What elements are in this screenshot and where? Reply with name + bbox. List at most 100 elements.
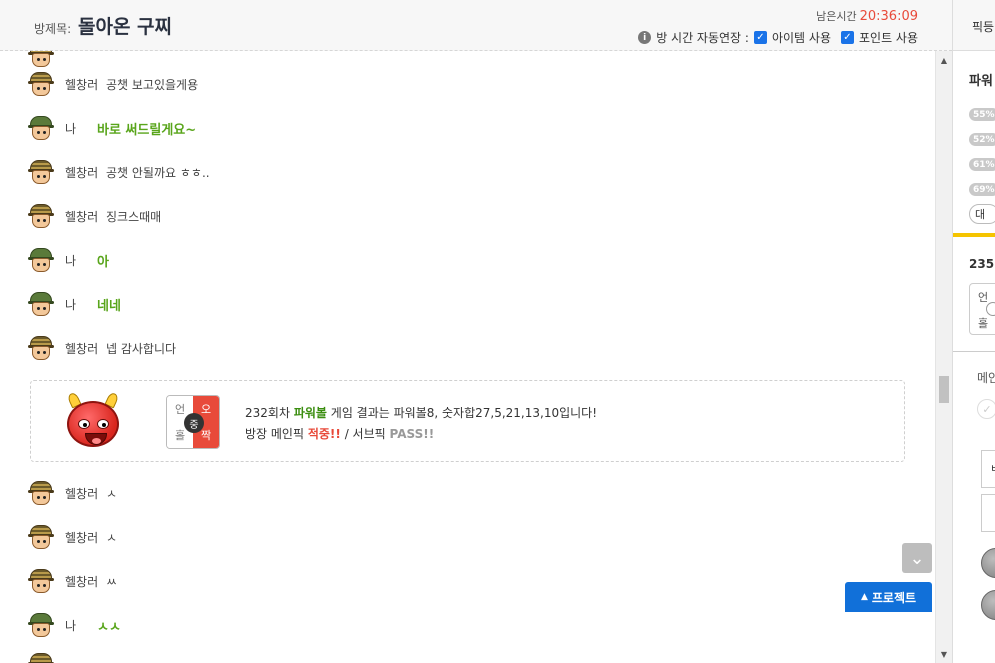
result-round: 232회차 — [245, 406, 290, 420]
chat-username[interactable]: 헬창러 — [65, 340, 106, 357]
sub-pick-result: PASS!! — [389, 427, 435, 441]
chat-message: 헬창러 ㅅ — [28, 479, 117, 507]
user-avatar — [28, 291, 54, 317]
chat-username[interactable]: 헬창러 — [65, 529, 106, 546]
mini-grid-odd: 홀 — [978, 317, 989, 330]
chat-message-text: 공챗 보고있을게용 — [106, 77, 199, 92]
point-use-label: 포인트 사용 — [858, 31, 918, 45]
right-panel-top: 픽등 — [953, 0, 995, 51]
item-use-label: 아이템 사용 — [771, 31, 831, 45]
chat-message-text: 네네 — [97, 298, 121, 314]
mini-grid-toggle[interactable] — [986, 302, 995, 316]
chat-message: 헬창러 넵 감사합니다 — [28, 334, 176, 362]
chat-message: 헬창러 공챗 보고있을게용 — [28, 70, 198, 98]
chat-message-partial — [28, 51, 65, 69]
user-avatar — [28, 159, 54, 185]
info-icon[interactable]: i — [638, 31, 652, 44]
size-big-button[interactable]: 대 — [969, 204, 995, 224]
chat-username[interactable]: 헬창러 — [65, 485, 106, 502]
chat-message: 헬창러 공챗 안될까요 ㅎㅎ.. — [28, 158, 210, 186]
item-use-checkbox[interactable]: ✓ — [753, 31, 767, 44]
right-panel: 픽등 파워 55% 52% 61% 69% 대 235 언 홀 메인 ✓ ㅂ — [952, 0, 995, 663]
mini-pick-grid[interactable]: 언 홀 — [969, 283, 995, 335]
chat-message: 헬창러 징크스때매 — [28, 202, 161, 230]
chat-username[interactable]: 헬창러 — [65, 76, 106, 93]
chat-username[interactable]: 헬창러 — [65, 208, 106, 225]
chat-message: 헬창러 ㅅ — [28, 523, 117, 551]
pick-cell-middle: 중 — [184, 413, 204, 433]
percent-badge: 61% — [969, 158, 995, 171]
chat-message: 나 바로 써드릴게요~ — [28, 114, 196, 142]
check-circle-icon[interactable]: ✓ — [977, 399, 995, 419]
right-panel-top-label: 픽등 — [972, 20, 995, 34]
scrollbar-thumb[interactable] — [939, 376, 949, 403]
chat-username[interactable]: 나 — [65, 120, 97, 137]
yellow-divider — [953, 233, 995, 237]
room-title: 돌아온 구찌 — [78, 16, 173, 38]
chat-message-text: 아 — [97, 254, 109, 270]
chat-message: 나 네네 — [28, 290, 121, 318]
chat-message-text: 징크스때매 — [106, 209, 162, 224]
chevron-down-icon: ⌄ — [909, 547, 925, 569]
chat-message-text: 바로 써드릴게요~ — [97, 122, 197, 138]
protect-button-label: 프로젝트 — [871, 590, 917, 605]
chat-username[interactable]: 나 — [65, 252, 97, 269]
user-avatar — [28, 480, 54, 506]
scroll-down-arrow-icon[interactable]: ▼ — [936, 647, 952, 661]
room-header: 방제목: 돌아온 구찌 남은시간 20:36:09 i 방 시간 자동연장 : ✓… — [0, 0, 952, 51]
chat-message-text: ㅆ — [106, 574, 118, 589]
round-button-2[interactable] — [981, 590, 995, 620]
right-panel-title: 파워 — [969, 74, 993, 89]
main-pick-label: 방장 메인픽 — [245, 427, 305, 441]
room-options: i 방 시간 자동연장 : ✓ 아이템 사용 ✓ 포인트 사용 — [638, 29, 918, 46]
user-avatar — [28, 203, 54, 229]
right-input-1[interactable]: ㅂ — [981, 450, 995, 488]
chat-scrollbar[interactable]: ▲ ▼ — [935, 51, 952, 663]
chat-message-text: ㅅ — [106, 530, 118, 545]
scroll-up-arrow-icon[interactable]: ▲ — [936, 53, 952, 67]
remaining-time-value: 20:36:09 — [859, 9, 918, 24]
point-use-checkbox[interactable]: ✓ — [840, 31, 854, 44]
chat-message-text: ㅅ — [106, 486, 118, 501]
sub-pick-label: / 서브픽 — [344, 427, 386, 441]
game-result-box: 언 오 홀 짝 중 232회차 파워볼 게임 결과는 파워볼8, 숫자합27,5… — [30, 380, 905, 462]
chat-username[interactable]: 나 — [65, 617, 97, 634]
user-avatar — [28, 524, 54, 550]
remaining-time-label: 남은시간 — [816, 10, 857, 23]
chat-username[interactable]: 나 — [65, 296, 97, 313]
user-avatar — [28, 51, 54, 68]
result-game-name: 파워볼 — [293, 406, 327, 420]
percent-badge: 69% — [969, 183, 995, 196]
chat-message-text: 공챗 안될까요 ㅎㅎ.. — [106, 165, 210, 180]
triangle-up-icon: ▲ — [860, 592, 868, 602]
percent-badge: 52% — [969, 133, 995, 146]
devil-emoticon — [61, 391, 125, 451]
user-avatar — [28, 247, 54, 273]
chat-message: 헬창러 ㅆ — [28, 567, 117, 595]
percent-badge: 55% — [969, 108, 995, 121]
chat-message-text: 넵 감사합니다 — [106, 341, 177, 356]
pick-result-grid: 언 오 홀 짝 중 — [166, 395, 220, 449]
user-avatar — [28, 335, 54, 361]
user-avatar — [28, 115, 54, 141]
right-input-2[interactable] — [981, 494, 995, 532]
chat-message: 나 ㅅㅅ — [28, 611, 121, 639]
protect-button[interactable]: ▲ 프로젝트 — [845, 582, 932, 612]
room-label: 방제목: — [34, 22, 72, 36]
round-button-1[interactable] — [981, 548, 995, 578]
chat-username[interactable]: 헬창러 — [65, 573, 106, 590]
main-label: 메인 — [977, 371, 995, 385]
user-avatar — [28, 652, 54, 663]
mini-grid-under: 언 — [978, 291, 989, 304]
result-summary: 게임 결과는 파워볼8, 숫자합27,5,21,13,10입니다! — [330, 406, 598, 420]
app-root: 방제목: 돌아온 구찌 남은시간 20:36:09 i 방 시간 자동연장 : ✓… — [0, 0, 995, 663]
remaining-time: 남은시간 20:36:09 — [816, 8, 918, 24]
chat-username[interactable]: 헬창러 — [65, 164, 106, 181]
user-avatar — [28, 568, 54, 594]
chat-message: 나아 — [28, 246, 109, 274]
chat-log: 헬창러 공챗 보고있을게용 나 바로 써드릴게요~ 헬창러 공챗 안될까요 ㅎㅎ.. 헬창러… — [0, 51, 935, 663]
main-pick-result: 적중!! — [307, 427, 341, 441]
round-label: 235 — [969, 257, 995, 271]
scroll-to-bottom-button[interactable]: ⌄ — [902, 543, 932, 573]
chat-message-text: ㅅㅅ — [97, 619, 121, 635]
